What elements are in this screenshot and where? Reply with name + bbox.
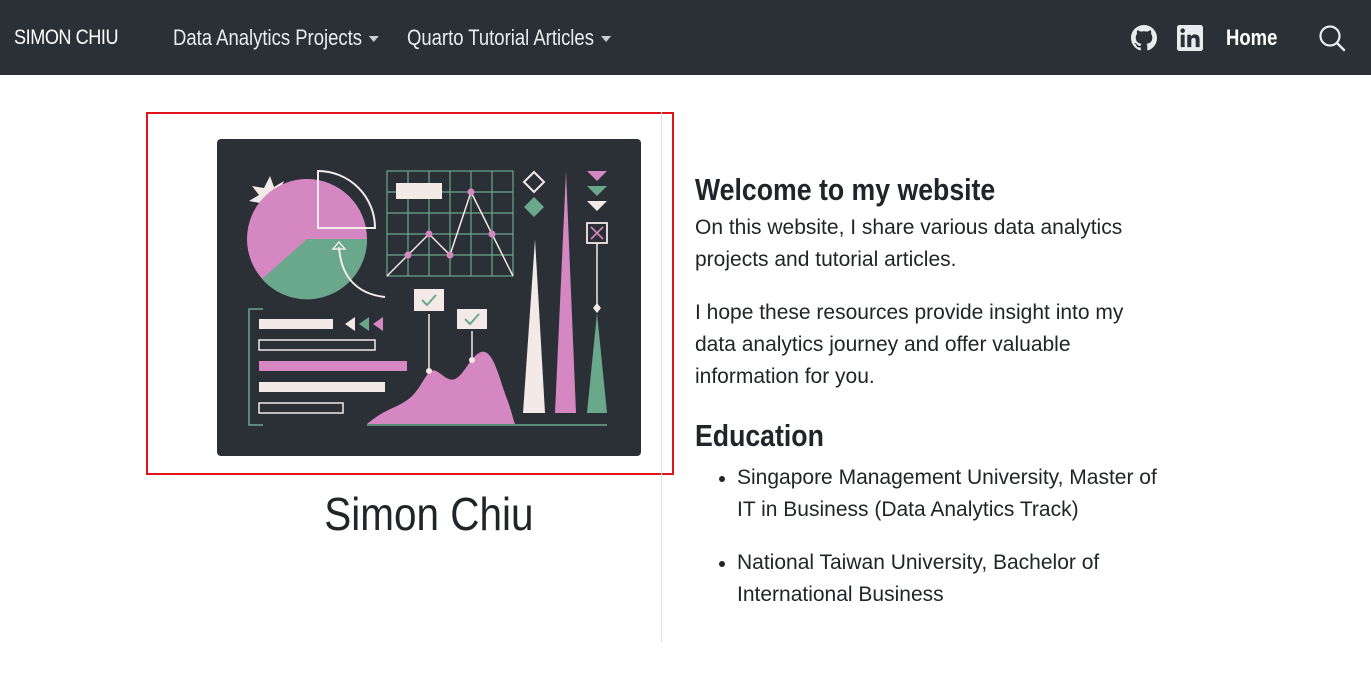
about-content: Welcome to my website On this website, I… — [695, 168, 1165, 642]
welcome-heading: Welcome to my website — [695, 172, 996, 207]
column-divider — [661, 112, 662, 642]
site-brand-link[interactable]: SIMON CHIU — [14, 26, 118, 50]
nav-menu-quarto-tutorial-articles[interactable]: Quarto Tutorial Articles — [407, 25, 611, 51]
caret-down-icon — [600, 36, 611, 43]
search-icon[interactable] — [1318, 24, 1346, 52]
nav-menu-label: Data Analytics Projects — [173, 25, 362, 50]
nav-menu-data-analytics-projects[interactable]: Data Analytics Projects — [173, 25, 379, 51]
profile-name-title: Simon Chiu — [324, 488, 534, 540]
hero-illustration — [217, 139, 641, 456]
nav-home-link[interactable]: Home — [1226, 25, 1277, 51]
list-item: National Taiwan University, Bachelor of … — [719, 547, 1165, 611]
top-navbar: SIMON CHIU Data Analytics Projects Quart… — [0, 0, 1371, 75]
github-icon[interactable] — [1131, 25, 1157, 51]
caret-down-icon — [368, 36, 379, 43]
nav-menu-label: Quarto Tutorial Articles — [407, 25, 594, 50]
education-heading: Education — [695, 418, 824, 453]
linkedin-icon[interactable] — [1177, 25, 1203, 51]
list-item: Singapore Management University, Master … — [719, 462, 1165, 526]
education-list: Singapore Management University, Master … — [695, 462, 1165, 611]
welcome-paragraph-1: On this website, I share various data an… — [695, 216, 1123, 271]
welcome-paragraph-2: I hope these resources provide insight i… — [695, 301, 1124, 388]
